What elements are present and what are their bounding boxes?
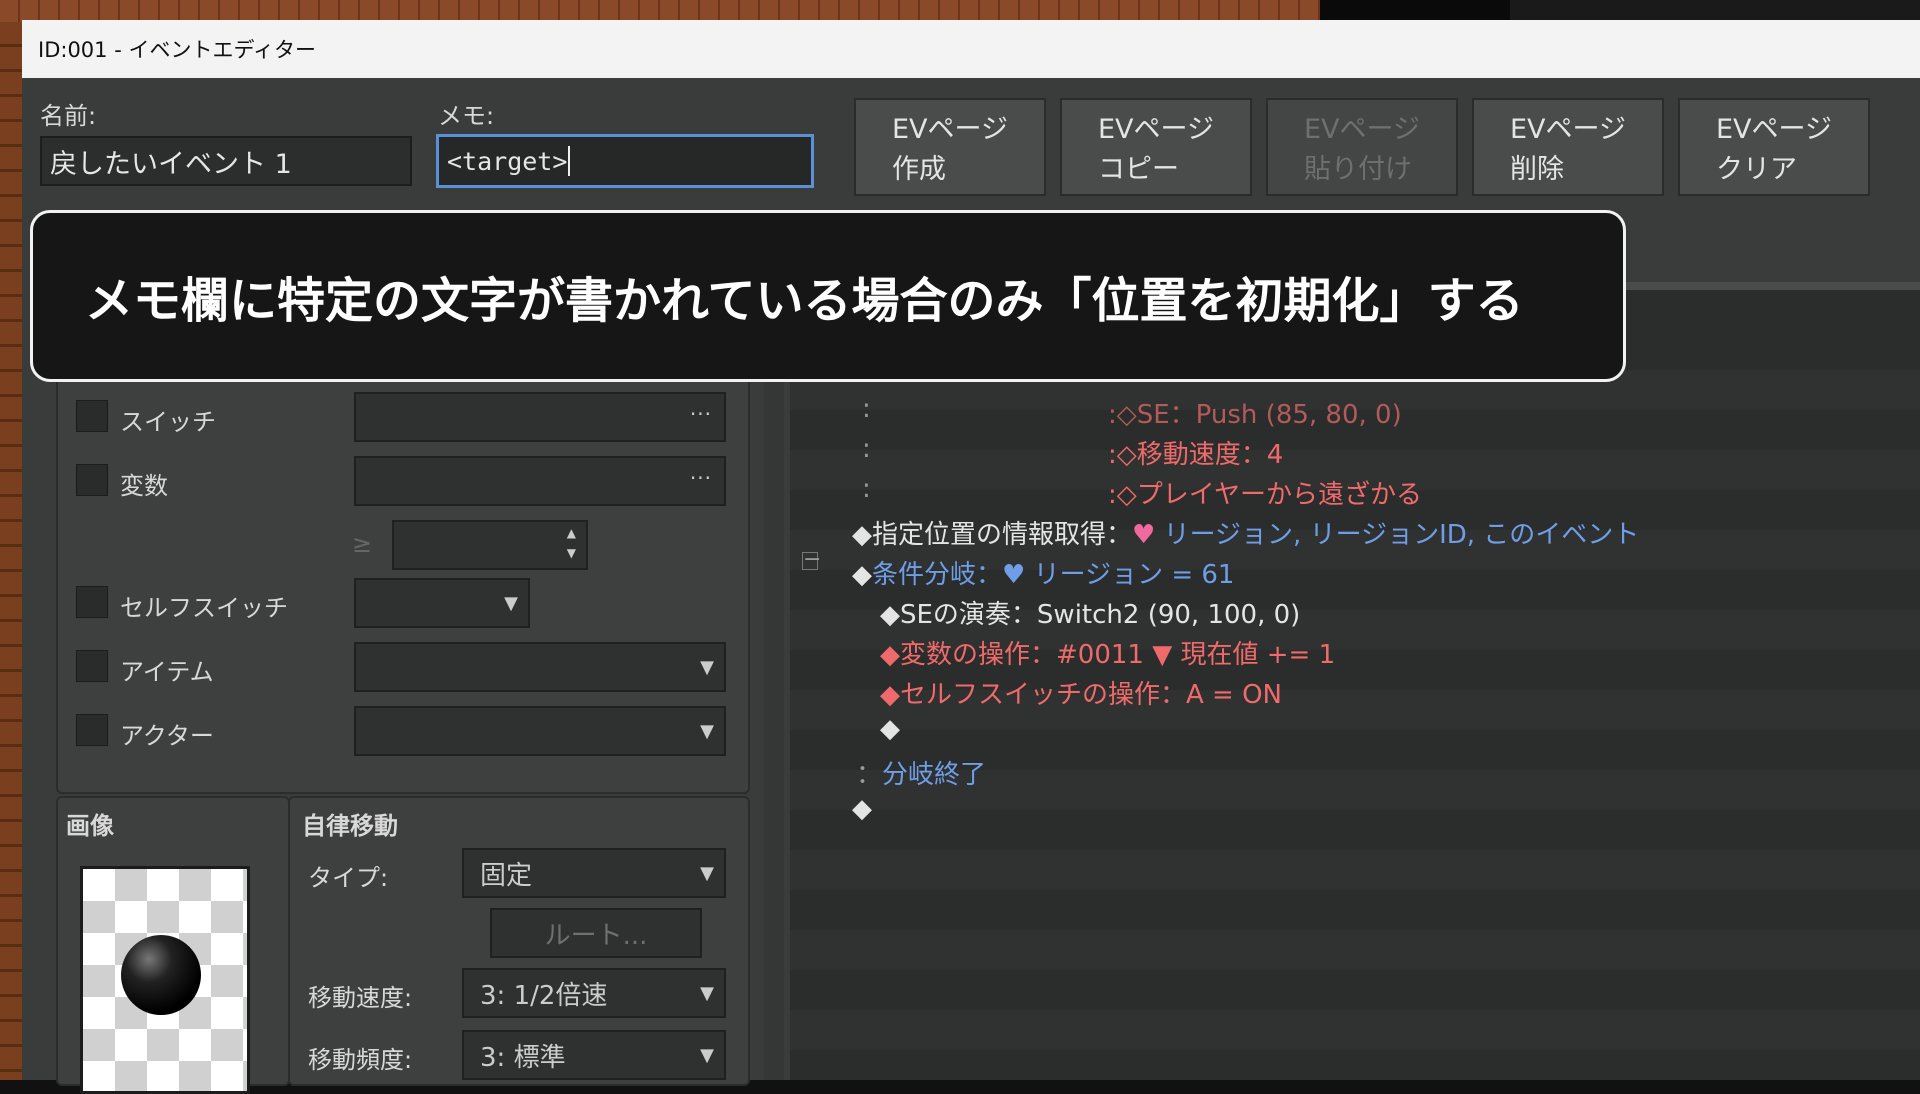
button-line1: EVページ bbox=[1510, 114, 1626, 145]
stepper-up-icon[interactable]: ▲ bbox=[567, 526, 576, 540]
name-label: 名前: bbox=[40, 102, 97, 130]
row-stripe bbox=[790, 930, 1920, 970]
command-indent-marker: : bbox=[862, 434, 871, 464]
variable-label: 変数 bbox=[120, 472, 168, 500]
item-label: アイテム bbox=[120, 658, 214, 686]
chevron-down-icon: ▼ bbox=[700, 982, 714, 1004]
background-dark bbox=[1320, 0, 1510, 22]
self-switch-dropdown[interactable]: ▼ bbox=[354, 578, 530, 628]
memo-value: <target> bbox=[447, 146, 568, 176]
command-indent-marker: : bbox=[862, 394, 871, 424]
chevron-down-icon: ▼ bbox=[700, 862, 714, 884]
ev-page-clear-button[interactable]: EVページ クリア bbox=[1678, 98, 1870, 196]
command-line[interactable]: ◆ bbox=[880, 714, 900, 744]
item-dropdown[interactable]: ▼ bbox=[354, 642, 726, 692]
command-line[interactable]: :◇プレイヤーから遠ざかる bbox=[1108, 474, 1422, 511]
item-checkbox[interactable] bbox=[76, 650, 108, 682]
button-line2: 作成 bbox=[892, 154, 946, 185]
ev-page-paste-button[interactable]: EVページ 貼り付け bbox=[1266, 98, 1458, 196]
black-ball-sprite bbox=[121, 935, 201, 1015]
ge-symbol: ≥ bbox=[352, 530, 373, 558]
button-line1: EVページ bbox=[892, 114, 1008, 145]
switch-label: スイッチ bbox=[120, 408, 216, 436]
variable-selector[interactable]: ··· bbox=[354, 456, 726, 506]
autonomous-movement-title: 自律移動 bbox=[302, 812, 398, 840]
command-line[interactable]: ◆セルフスイッチの操作：A = ON bbox=[880, 674, 1282, 711]
actor-dropdown[interactable]: ▼ bbox=[354, 706, 726, 756]
movement-speed-dropdown[interactable]: 3: 1/2倍速 ▼ bbox=[462, 968, 726, 1018]
movement-speed-value: 3: 1/2倍速 bbox=[480, 980, 608, 1011]
chevron-down-icon: ▼ bbox=[700, 656, 714, 678]
ev-page-delete-button[interactable]: EVページ 削除 bbox=[1472, 98, 1664, 196]
movement-frequency-value: 3: 標準 bbox=[480, 1042, 566, 1073]
memo-input[interactable]: <target> bbox=[436, 134, 814, 188]
button-line2: 削除 bbox=[1510, 154, 1564, 185]
chevron-down-icon: ▼ bbox=[700, 720, 714, 742]
background-brick bbox=[0, 22, 24, 1080]
actor-checkbox[interactable] bbox=[76, 714, 108, 746]
event-editor-window: ID:001 - イベントエディター 名前: 戻したいイベント 1 メモ: <t… bbox=[22, 20, 1920, 1094]
self-switch-label: セルフスイッチ bbox=[120, 594, 288, 622]
command-line[interactable]: ◆変数の操作：#0011 ▼ 現在値 += 1 bbox=[880, 634, 1335, 671]
self-switch-checkbox[interactable] bbox=[76, 586, 108, 618]
chevron-down-icon: ▼ bbox=[700, 1044, 714, 1066]
button-line2: クリア bbox=[1716, 154, 1797, 185]
button-line2: コピー bbox=[1098, 154, 1179, 185]
movement-type-value: 固定 bbox=[480, 860, 533, 891]
heart-icon: ♥ bbox=[1132, 520, 1156, 550]
window-title: ID:001 - イベントエディター bbox=[38, 38, 316, 62]
row-stripe bbox=[790, 1010, 1920, 1050]
command-indent-marker: : bbox=[862, 474, 871, 504]
command-line[interactable]: :◇SE：Push (85, 80, 0) bbox=[1108, 394, 1402, 431]
movement-frequency-label: 移動頻度: bbox=[308, 1046, 413, 1074]
command-line[interactable]: ◆条件分岐：♥ リージョン = 61 bbox=[852, 554, 1234, 591]
ev-page-copy-button[interactable]: EVページ コピー bbox=[1060, 98, 1252, 196]
movement-frequency-dropdown[interactable]: 3: 標準 ▼ bbox=[462, 1030, 726, 1080]
command-line[interactable]: ◆指定位置の情報取得：♥ リージョン, リージョンID, このイベント bbox=[852, 514, 1639, 551]
ev-page-create-button[interactable]: EVページ 作成 bbox=[854, 98, 1046, 196]
stepper-down-icon[interactable]: ▼ bbox=[567, 546, 576, 560]
button-line1: EVページ bbox=[1716, 114, 1832, 145]
movement-type-label: タイプ: bbox=[308, 864, 389, 892]
command-line[interactable]: ◆ bbox=[852, 794, 872, 824]
splitter[interactable] bbox=[764, 320, 784, 1080]
actor-label: アクター bbox=[120, 722, 214, 750]
button-line1: EVページ bbox=[1304, 114, 1420, 145]
event-command-list[interactable]: : :◇SE：Push (85, 80, 0) : :◇移動速度：4 : :◇プ… bbox=[790, 290, 1920, 1080]
text-caret bbox=[568, 146, 571, 176]
triangle-down-icon: ▼ bbox=[1152, 640, 1173, 670]
memo-label: メモ: bbox=[438, 102, 495, 130]
heart-icon: ♥ bbox=[1002, 560, 1026, 590]
switch-checkbox[interactable] bbox=[76, 400, 108, 432]
command-line[interactable]: ◆SEの演奏：Switch2 (90, 100, 0) bbox=[880, 594, 1300, 631]
command-line[interactable]: ：分岐終了 bbox=[856, 754, 986, 791]
variable-checkbox[interactable] bbox=[76, 464, 108, 496]
ellipsis-icon: ··· bbox=[689, 466, 712, 490]
movement-type-dropdown[interactable]: 固定 ▼ bbox=[462, 848, 726, 898]
image-panel-title: 画像 bbox=[66, 812, 114, 840]
button-line2: 貼り付け bbox=[1304, 154, 1412, 185]
variable-value-stepper[interactable]: ▲ ▼ bbox=[392, 520, 588, 570]
command-line[interactable]: :◇移動速度：4 bbox=[1108, 434, 1283, 471]
chevron-down-icon: ▼ bbox=[504, 592, 518, 614]
event-image-preview[interactable] bbox=[80, 866, 250, 1094]
background-map bbox=[0, 0, 1320, 22]
collapse-toggle[interactable]: − bbox=[802, 549, 821, 571]
background-dark-2 bbox=[1510, 0, 1920, 22]
caption-text: メモ欄に特定の文字が書かれている場合のみ「位置を初期化」する bbox=[85, 273, 1524, 329]
ellipsis-icon: ··· bbox=[689, 402, 712, 426]
caption-overlay: メモ欄に特定の文字が書かれている場合のみ「位置を初期化」する bbox=[30, 210, 1626, 382]
route-button[interactable]: ルート... bbox=[490, 908, 702, 958]
switch-selector[interactable]: ··· bbox=[354, 392, 726, 442]
row-stripe bbox=[790, 850, 1920, 890]
button-line1: EVページ bbox=[1098, 114, 1214, 145]
name-input[interactable]: 戻したいイベント 1 bbox=[40, 136, 412, 186]
title-bar: ID:001 - イベントエディター bbox=[22, 20, 1920, 78]
movement-speed-label: 移動速度: bbox=[308, 984, 413, 1012]
